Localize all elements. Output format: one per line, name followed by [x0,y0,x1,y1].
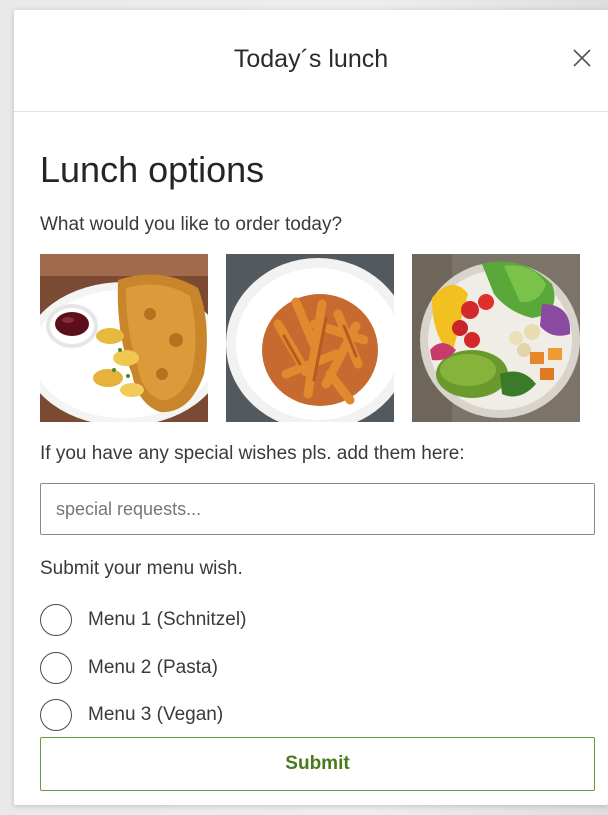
menu-option-label: Menu 2 (Pasta) [88,657,218,678]
submit-prompt: Submit your menu wish. [40,558,243,579]
radio-button[interactable] [40,604,72,636]
radio-button[interactable] [40,699,72,731]
schnitzel-photo [40,254,208,422]
menu-option-2[interactable]: Menu 2 (Pasta) [40,652,340,686]
close-button[interactable] [568,44,596,72]
special-requests-input[interactable] [40,483,595,535]
menu-option-3[interactable]: Menu 3 (Vegan) [40,699,340,733]
dialog-header: Today´s lunch [14,10,608,112]
vegan-bowl-photo [412,254,580,422]
page-title: Lunch options [40,149,265,190]
radio-button[interactable] [40,652,72,684]
order-question: What would you like to order today? [40,214,343,235]
menu-option-label: Menu 3 (Vegan) [88,704,224,725]
special-wishes-label: If you have any special wishes pls. add … [40,443,465,464]
pasta-photo [226,254,394,422]
lunch-dialog: Today´s lunch Lunch options What would y… [14,10,608,805]
menu-images [40,254,580,422]
submit-button[interactable]: Submit [40,737,595,791]
close-icon [573,49,591,67]
menu-option-label: Menu 1 (Schnitzel) [88,609,247,630]
menu-option-1[interactable]: Menu 1 (Schnitzel) [40,604,340,638]
dialog-title: Today´s lunch [233,45,389,73]
